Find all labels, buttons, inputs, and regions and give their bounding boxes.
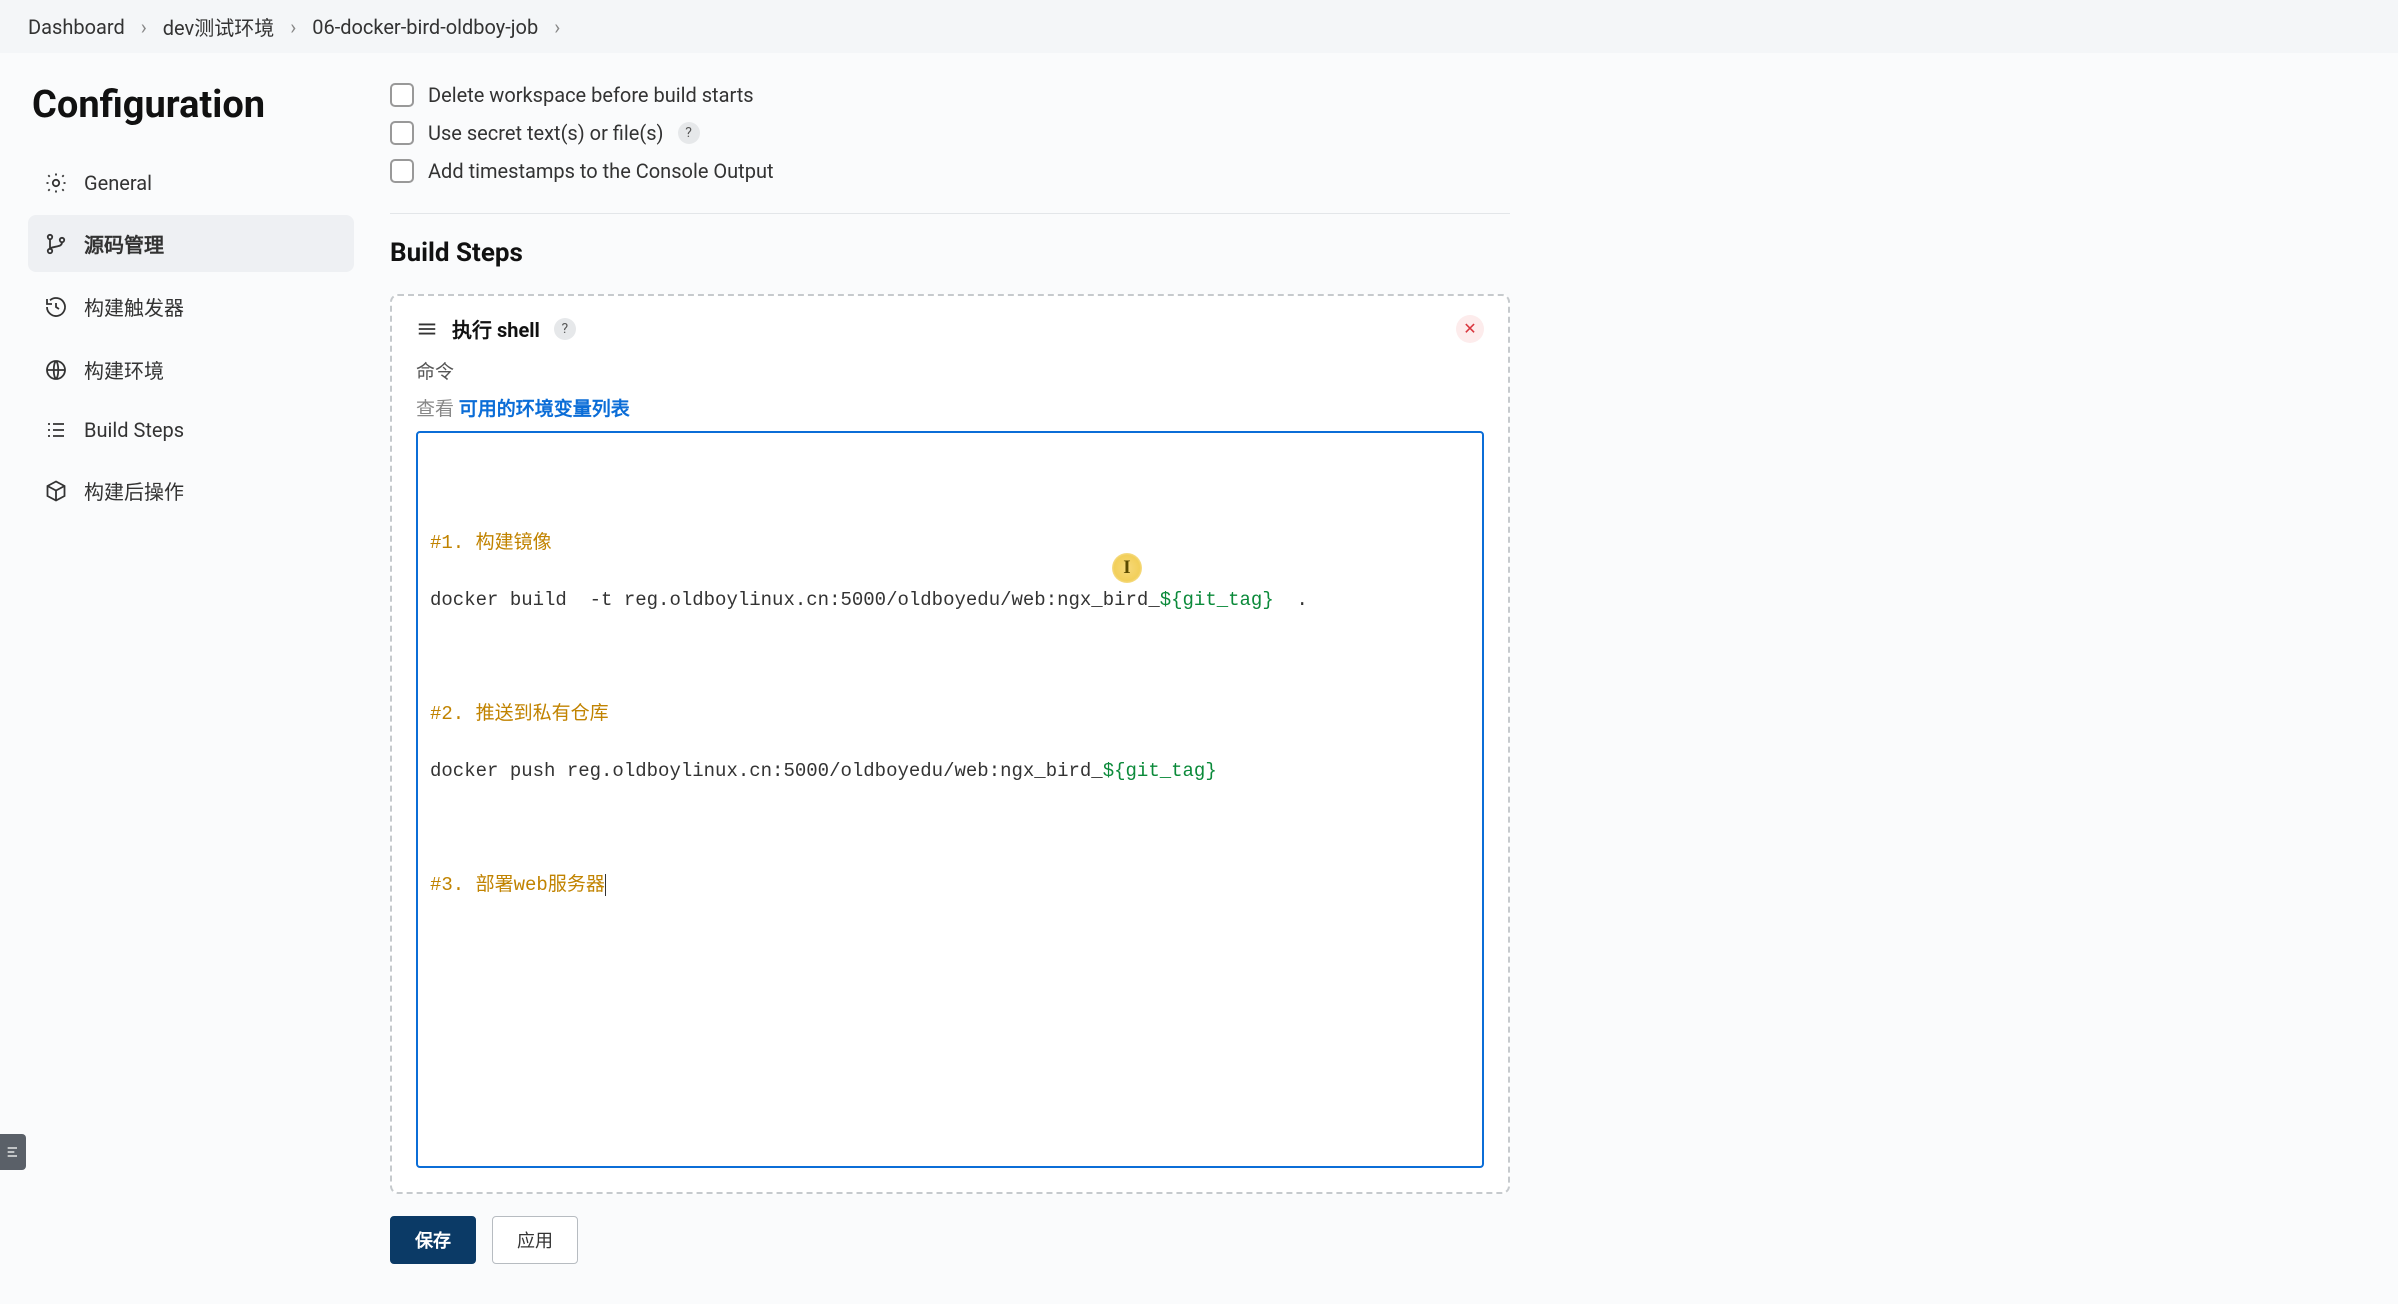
git-branch-icon <box>44 232 68 256</box>
page-title: Configuration <box>28 83 354 127</box>
code-comment: #1. 构建镜像 <box>430 532 552 554</box>
cube-icon <box>44 479 68 503</box>
checkbox-use-secret[interactable] <box>390 121 414 145</box>
build-steps-heading: Build Steps <box>390 238 1510 268</box>
option-use-secret: Use secret text(s) or file(s) ? <box>390 121 1510 145</box>
build-step-shell: 执行 shell ? ✕ 命令 查看 可用的环境变量列表 #1. 构建镜像 do… <box>390 294 1510 1194</box>
chevron-right-icon: › <box>554 15 560 39</box>
checkbox-add-timestamps[interactable] <box>390 159 414 183</box>
code-cmd: docker push reg.oldboylinux.cn:5000/oldb… <box>430 760 1103 782</box>
env-var-hint: 查看 可用的环境变量列表 <box>416 394 1484 421</box>
sidebar-item-triggers[interactable]: 构建触发器 <box>28 278 354 335</box>
code-comment: #2. 推送到私有仓库 <box>430 703 609 725</box>
option-label: Delete workspace before build starts <box>428 83 754 107</box>
sidebar-item-label: General <box>84 171 152 195</box>
history-icon <box>44 295 68 319</box>
breadcrumb: Dashboard › dev测试环境 › 06-docker-bird-old… <box>0 0 2398 53</box>
option-add-timestamps: Add timestamps to the Console Output <box>390 159 1510 183</box>
code-var: ${git_tag} <box>1160 589 1274 611</box>
option-delete-workspace: Delete workspace before build starts <box>390 83 1510 107</box>
sidebar-item-general[interactable]: General <box>28 157 354 209</box>
hint-prefix: 查看 <box>416 397 459 420</box>
code-var: ${git_tag} <box>1103 760 1217 782</box>
text-caret <box>605 874 606 896</box>
sidebar-item-post-build[interactable]: 构建后操作 <box>28 462 354 519</box>
sidebar-item-label: Build Steps <box>84 418 184 442</box>
code-tail: . <box>1274 589 1308 611</box>
breadcrumb-item-env[interactable]: dev测试环境 <box>163 12 274 41</box>
sidebar-item-scm[interactable]: 源码管理 <box>28 215 354 272</box>
option-label: Add timestamps to the Console Output <box>428 159 774 183</box>
sidebar-item-build-steps[interactable]: Build Steps <box>28 404 354 456</box>
chevron-right-icon: › <box>290 15 296 39</box>
sidebar-item-label: 构建环境 <box>84 355 164 384</box>
shell-command-input[interactable]: #1. 构建镜像 docker build -t reg.oldboylinux… <box>416 431 1484 1168</box>
build-step-title: 执行 shell <box>452 314 540 343</box>
option-label: Use secret text(s) or file(s) <box>428 121 664 145</box>
main-content: Delete workspace before build starts Use… <box>370 53 1570 1304</box>
checkbox-delete-workspace[interactable] <box>390 83 414 107</box>
code-comment: #3. 部署web服务器 <box>430 874 605 896</box>
sidebar-item-label: 构建触发器 <box>84 292 184 321</box>
command-label: 命令 <box>416 357 1484 384</box>
remove-step-button[interactable]: ✕ <box>1456 315 1484 343</box>
cursor-highlight-icon: I <box>1112 553 1142 583</box>
env-vars-link[interactable]: 可用的环境变量列表 <box>459 397 630 420</box>
sidebar: Configuration General 源码管理 构建触发器 构建环境 <box>0 53 370 555</box>
sidebar-item-label: 源码管理 <box>84 229 164 258</box>
help-icon[interactable]: ? <box>554 318 576 340</box>
help-icon[interactable]: ? <box>678 122 700 144</box>
sidebar-collapse-toggle[interactable] <box>0 1134 26 1170</box>
gear-icon <box>44 171 68 195</box>
code-cmd: docker build -t reg.oldboylinux.cn:5000/… <box>430 589 1160 611</box>
drag-handle-icon[interactable] <box>416 318 438 340</box>
breadcrumb-item-dashboard[interactable]: Dashboard <box>28 15 125 39</box>
chevron-right-icon: › <box>141 15 147 39</box>
list-steps-icon <box>44 418 68 442</box>
breadcrumb-item-job[interactable]: 06-docker-bird-oldboy-job <box>312 15 538 39</box>
sidebar-item-build-env[interactable]: 构建环境 <box>28 341 354 398</box>
globe-icon <box>44 358 68 382</box>
sidebar-item-label: 构建后操作 <box>84 476 184 505</box>
divider <box>390 213 1510 214</box>
